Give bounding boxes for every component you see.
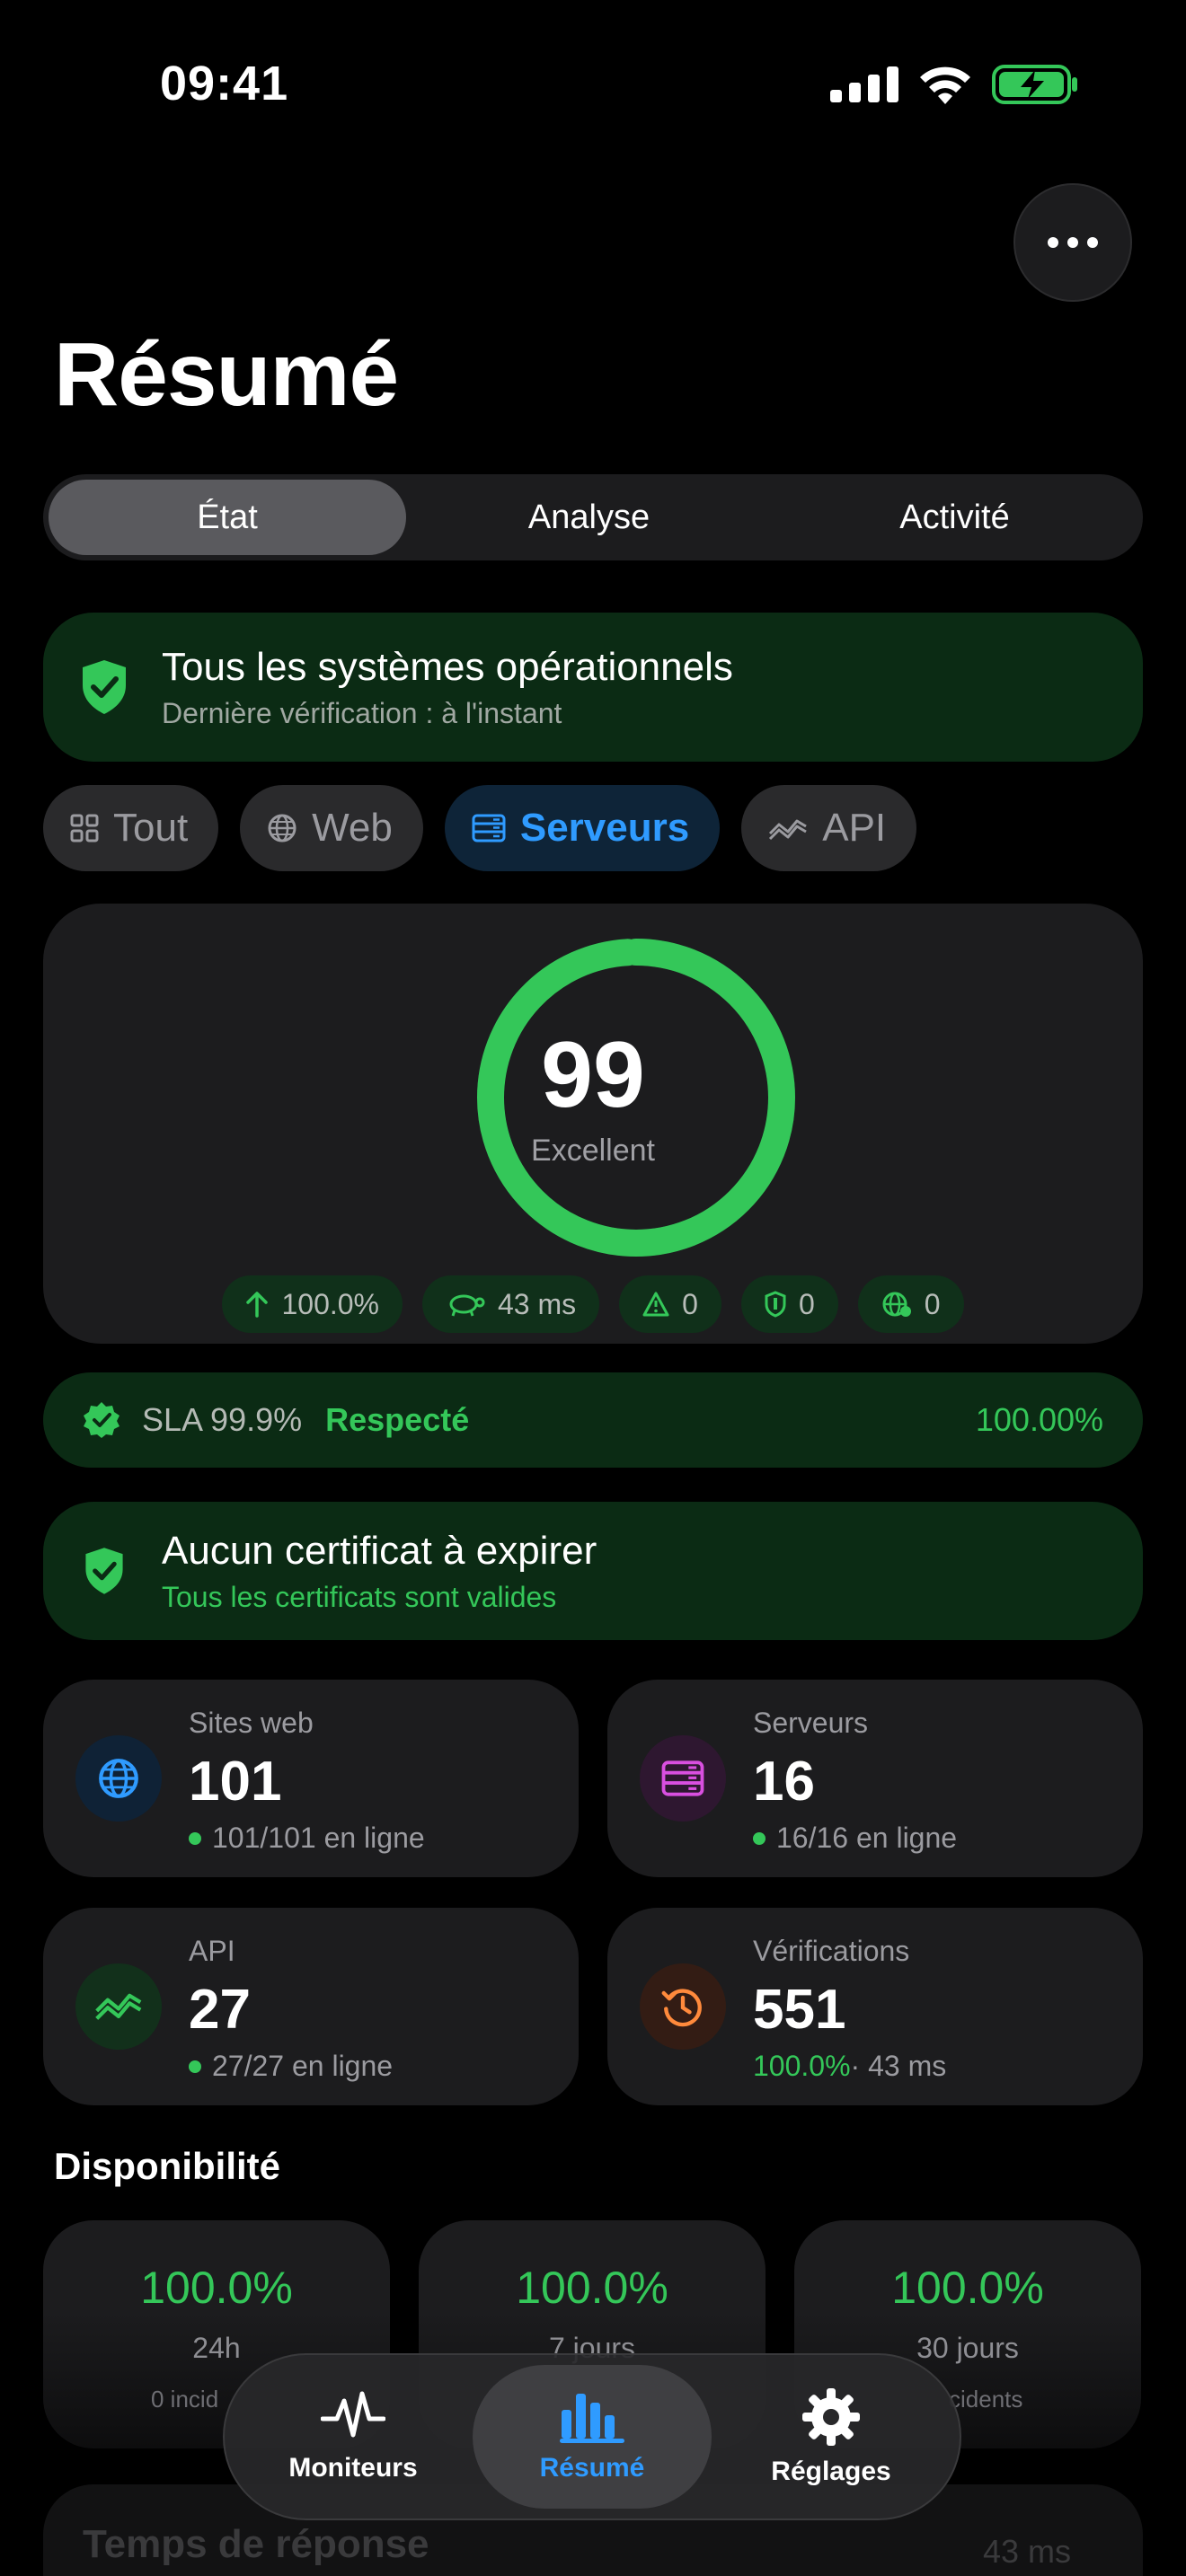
filter-chips: Tout Web Serveurs API xyxy=(43,785,917,871)
warning-icon xyxy=(642,1292,669,1317)
filter-api[interactable]: API xyxy=(741,785,917,871)
tab-monitors[interactable]: Moniteurs xyxy=(234,2365,473,2509)
dns-pill: 0 xyxy=(857,1275,964,1333)
latency-pill-text: 43 ms xyxy=(498,1287,577,1320)
warnings-pill-text: 0 xyxy=(682,1287,698,1320)
turtle-icon xyxy=(449,1294,485,1317)
checks-card[interactable]: Vérifications 551 100.0% · 43 ms xyxy=(607,1908,1143,2105)
response-time-value: 43 ms xyxy=(982,2533,1071,2570)
online-dot xyxy=(189,2060,201,2073)
certificate-banner-subtitle: Tous les certificats sont valides xyxy=(162,1580,557,1613)
availability-title: Disponibilité xyxy=(54,2145,280,2187)
certificate-banner: Aucun certificat à expirer Tous les cert… xyxy=(43,1502,1143,1640)
score-value: 99 xyxy=(541,1023,645,1127)
shield-icon xyxy=(765,1291,786,1318)
servers-online: 16/16 en ligne xyxy=(753,1822,957,1855)
online-dot xyxy=(753,1831,766,1845)
online-dot xyxy=(189,1831,201,1845)
shield-check-icon xyxy=(83,660,126,714)
api-card[interactable]: API 27 27/27 en ligne xyxy=(43,1908,579,2105)
servers-count: 16 xyxy=(753,1751,815,1813)
gear-icon xyxy=(802,2388,860,2446)
tab-bar: Moniteurs Résumé Réglages xyxy=(223,2353,961,2520)
websites-online: 101/101 en ligne xyxy=(189,1822,425,1855)
availability-pct: 100.0% xyxy=(516,2263,668,2313)
certificate-banner-title: Aucun certificat à expirer xyxy=(162,1528,597,1573)
dns-pill-text: 0 xyxy=(924,1287,941,1320)
filter-all-label: Tout xyxy=(113,806,189,850)
globe-icon xyxy=(268,814,296,842)
security-pill: 0 xyxy=(740,1275,838,1333)
server-icon xyxy=(472,814,506,842)
page-title: Résumé xyxy=(54,324,399,425)
filter-servers-label: Serveurs xyxy=(519,806,690,850)
health-score-card: 99 Excellent 100.0% 43 ms 0 0 0 xyxy=(43,904,1143,1344)
ellipsis-icon xyxy=(1048,237,1058,248)
uptime-pill-text: 100.0% xyxy=(281,1287,379,1320)
api-count: 27 xyxy=(189,1979,251,2041)
segment-etat[interactable]: État xyxy=(49,480,406,555)
tab-settings-label: Réglages xyxy=(771,2457,891,2486)
waveform-icon xyxy=(321,2391,385,2438)
warnings-pill: 0 xyxy=(619,1275,721,1333)
security-pill-text: 0 xyxy=(798,1287,815,1320)
checks-latency: · 43 ms xyxy=(850,2050,947,2082)
api-icon xyxy=(75,1963,162,2050)
sla-row: SLA 99.9% Respecté 100.00% xyxy=(43,1372,1143,1468)
more-options-button[interactable] xyxy=(1013,183,1132,302)
score-metrics: 100.0% 43 ms 0 0 0 xyxy=(43,1275,1143,1333)
server-icon xyxy=(640,1735,726,1822)
score-label: Excellent xyxy=(531,1134,655,1168)
checks-success-rate: 100.0% xyxy=(753,2050,851,2082)
api-label: API xyxy=(189,1935,235,1967)
segmented-control: État Analyse Activité xyxy=(43,474,1143,560)
filter-all[interactable]: Tout xyxy=(43,785,219,871)
filter-web[interactable]: Web xyxy=(240,785,423,871)
sla-value: 100.00% xyxy=(975,1401,1103,1438)
api-online: 27/27 en ligne xyxy=(189,2050,393,2083)
segment-activite[interactable]: Activité xyxy=(772,480,1137,555)
verified-badge-icon xyxy=(84,1402,119,1438)
tab-summary[interactable]: Résumé xyxy=(473,2365,712,2509)
filter-web-label: Web xyxy=(312,806,393,850)
uptime-pill: 100.0% xyxy=(222,1275,403,1333)
tab-summary-label: Résumé xyxy=(539,2453,645,2483)
status-banner-subtitle: Dernière vérification : à l'instant xyxy=(162,696,562,729)
wifi-icon xyxy=(920,66,970,104)
websites-count: 101 xyxy=(189,1751,282,1813)
grid-icon xyxy=(70,814,99,842)
shield-check-icon xyxy=(85,1548,123,1594)
checks-label: Vérifications xyxy=(753,1935,910,1967)
cellular-signal-icon xyxy=(830,66,898,102)
servers-card[interactable]: Serveurs 16 16/16 en ligne xyxy=(607,1680,1143,1877)
globe-icon xyxy=(75,1735,162,1822)
sla-label: SLA 99.9% xyxy=(142,1401,303,1438)
status-banner-title: Tous les systèmes opérationnels xyxy=(162,644,733,689)
tab-settings[interactable]: Réglages xyxy=(712,2365,951,2509)
arrow-up-icon xyxy=(246,1292,269,1318)
checks-summary: 100.0% · 43 ms xyxy=(753,2050,946,2083)
websites-label: Sites web xyxy=(189,1707,314,1739)
availability-incidents: cidents xyxy=(949,2386,1023,2413)
websites-card[interactable]: Sites web 101 101/101 en ligne xyxy=(43,1680,579,1877)
availability-pct: 100.0% xyxy=(140,2263,293,2313)
status-time: 09:41 xyxy=(160,57,289,110)
latency-pill: 43 ms xyxy=(422,1275,600,1333)
history-icon xyxy=(640,1963,726,2050)
bar-chart-icon xyxy=(560,2394,624,2443)
response-time-title: Temps de réponse xyxy=(83,2522,429,2566)
checks-count: 551 xyxy=(753,1979,846,2041)
status-banner: Tous les systèmes opérationnels Dernière… xyxy=(43,613,1143,762)
tab-monitors-label: Moniteurs xyxy=(288,2453,418,2483)
segment-analyse[interactable]: Analyse xyxy=(406,480,772,555)
servers-label: Serveurs xyxy=(753,1707,869,1739)
battery-charging-icon xyxy=(992,65,1077,104)
api-icon xyxy=(769,819,807,841)
sla-status: Respecté xyxy=(325,1401,470,1438)
status-icons xyxy=(830,65,1078,104)
globe-alert-icon xyxy=(882,1292,911,1317)
filter-servers[interactable]: Serveurs xyxy=(444,785,721,871)
filter-api-label: API xyxy=(822,806,887,850)
availability-pct: 100.0% xyxy=(891,2263,1044,2313)
